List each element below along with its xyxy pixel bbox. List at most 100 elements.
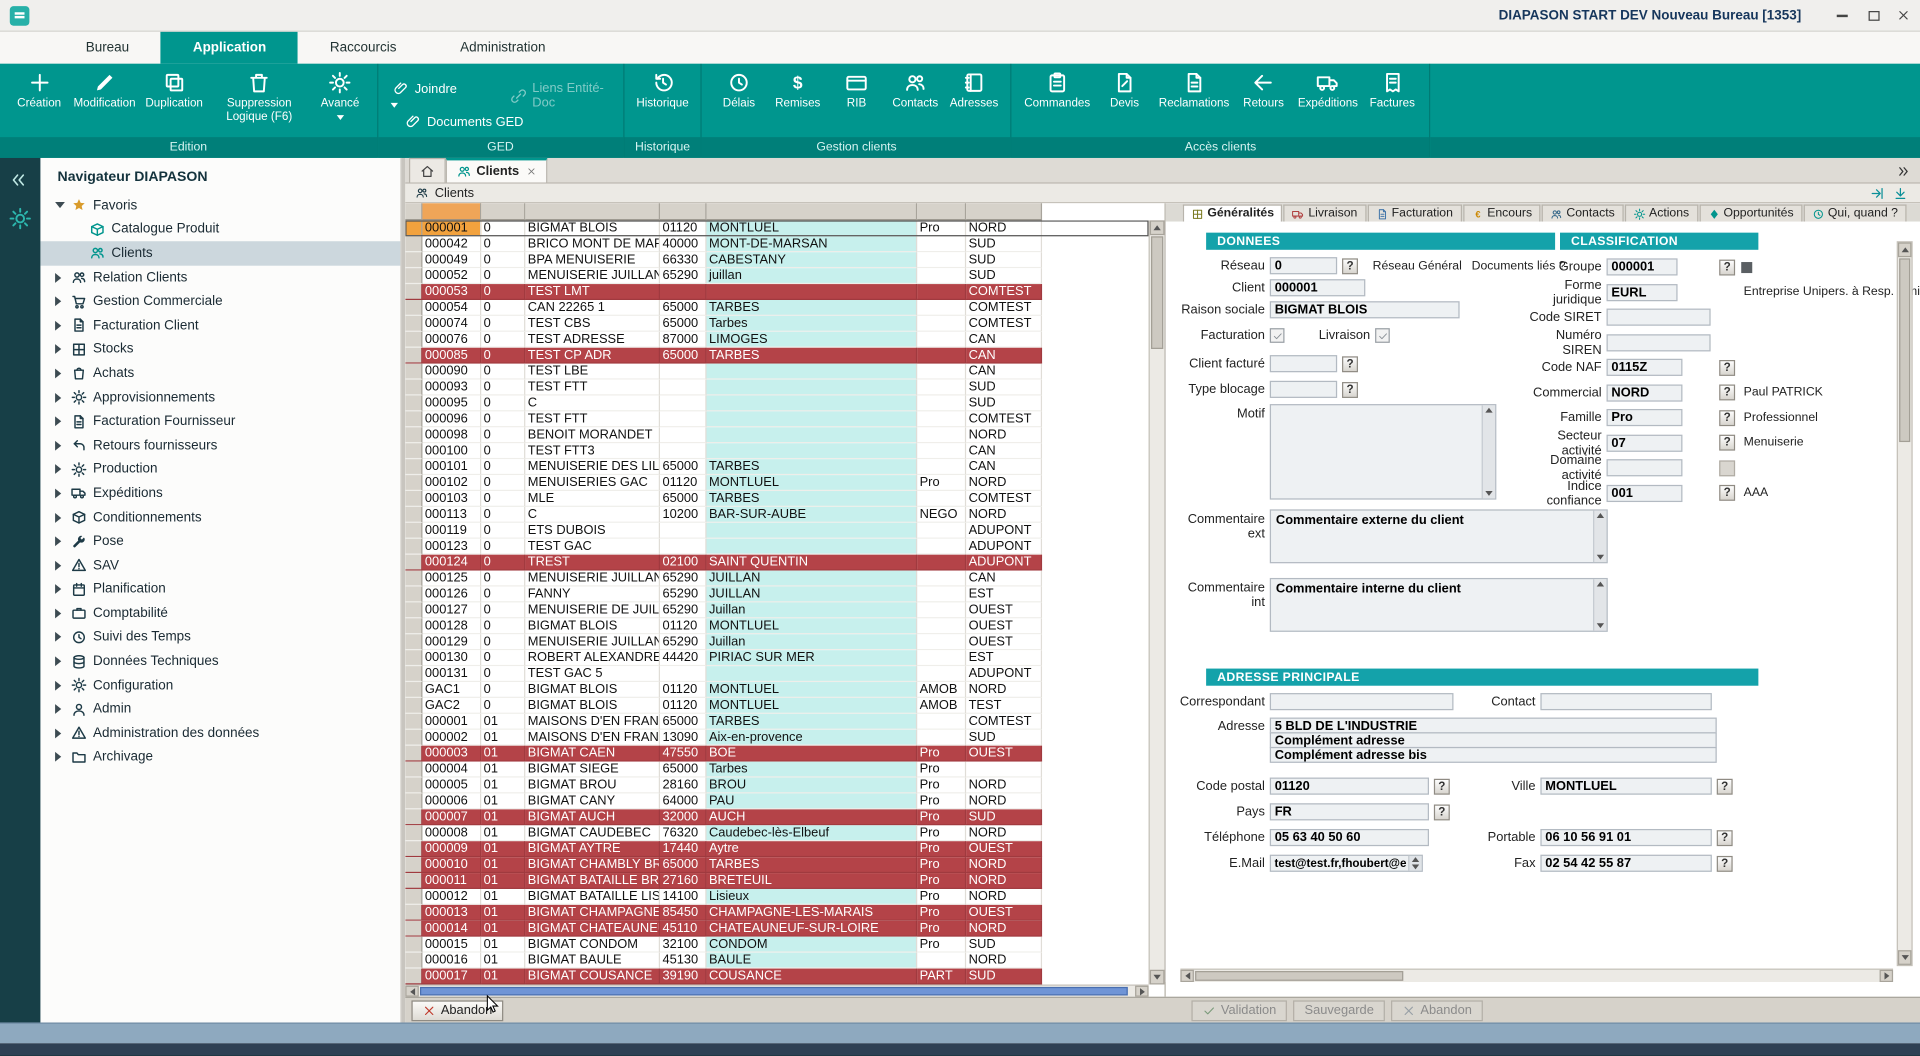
email-field[interactable] [1270, 855, 1423, 872]
table-row[interactable]: 000095 0 C SUD [405, 396, 1148, 412]
column-header[interactable] [481, 203, 525, 220]
sidebar-item-suivi-des-temps[interactable]: Suivi des Temps [40, 625, 400, 649]
table-row[interactable]: 000100 0 TEST FTT3 CAN [405, 443, 1148, 459]
panel-abandon-button[interactable]: Abandon [1391, 1000, 1483, 1021]
sidebar-item-production[interactable]: Production [40, 457, 400, 481]
sidebar-item-administration-des-donnees[interactable]: Administration des données [40, 721, 400, 745]
joindre-dropdown-caret[interactable] [390, 103, 397, 108]
sidebar-item-relation-clients[interactable]: Relation Clients [40, 265, 400, 289]
facturation-checkbox[interactable] [1270, 328, 1285, 343]
chevron-icon[interactable] [55, 632, 65, 642]
column-header[interactable] [707, 203, 918, 220]
factures-button[interactable]: Factures [1363, 66, 1422, 112]
domaine-activite-field[interactable] [1607, 459, 1683, 476]
tab-facturation[interactable]: Facturation [1367, 204, 1461, 221]
table-row[interactable]: 000113 0 C 10200 BAR-SUR-AUBE NEGO NORD [405, 507, 1148, 523]
rib-button[interactable]: RIB [827, 66, 886, 112]
ville-field[interactable] [1540, 778, 1711, 795]
picker-button[interactable] [1719, 460, 1735, 476]
secteur-activite-field[interactable] [1607, 434, 1683, 451]
table-row[interactable]: 000131 0 TEST GAC 5 ADUPONT [405, 666, 1148, 682]
table-row[interactable]: 000126 0 FANNY 65290 JUILLAN EST [405, 587, 1148, 603]
commentaire-int-textarea[interactable]: Commentaire interne du client [1270, 578, 1608, 632]
table-row[interactable]: 000008 01 BIGMAT CAUDEBEC 76320 Caudebec… [405, 825, 1148, 841]
commandes-button[interactable]: Commandes [1019, 66, 1095, 112]
chevron-icon[interactable] [55, 752, 65, 762]
table-row[interactable]: 000093 0 TEST FTT SUD [405, 380, 1148, 396]
table-row[interactable]: 000007 01 BIGMAT AUCH 32000 AUCH Pro SUD [405, 809, 1148, 825]
commercial-field[interactable] [1607, 384, 1683, 401]
sidebar-item-gestion-commerciale[interactable]: Gestion Commerciale [40, 289, 400, 313]
famille-field[interactable] [1607, 409, 1683, 426]
sidebar-item-comptabilite[interactable]: Comptabilité [40, 601, 400, 625]
chevron-icon[interactable] [55, 680, 65, 690]
joindre-button[interactable]: Joindre [393, 81, 457, 97]
numero-siren-field[interactable] [1607, 334, 1711, 351]
table-row[interactable]: 000017 01 BIGMAT COUSANCE 39190 COUSANCE… [405, 969, 1148, 985]
menu-tab-raccourcis[interactable]: Raccourcis [298, 32, 428, 64]
commentaire-ext-textarea[interactable]: Commentaire externe du client [1270, 509, 1608, 563]
reclamations-button[interactable]: Reclamations [1154, 66, 1234, 112]
adresse-ligne1-field[interactable] [1270, 718, 1717, 734]
column-header[interactable] [966, 203, 1042, 220]
table-row[interactable]: 000006 01 BIGMAT CANY 64000 PAU Pro NORD [405, 793, 1148, 809]
grid-vertical-scrollbar[interactable] [1149, 220, 1165, 984]
table-row[interactable]: 000002 01 MAISONS D'EN FRANCE 13090 Aix-… [405, 730, 1148, 746]
close-button[interactable] [1897, 9, 1910, 22]
table-row[interactable]: 000010 01 BIGMAT CHAMBLY BRO 65000 TARBE… [405, 857, 1148, 873]
scroll-left-icon[interactable] [405, 986, 418, 997]
table-row[interactable]: 000124 0 TREST 02100 SAINT QUENTIN ADUPO… [405, 555, 1148, 571]
chevron-icon[interactable] [55, 560, 65, 570]
sauvegarde-button[interactable]: Sauvegarde [1293, 1000, 1384, 1021]
sidebar-item-sav[interactable]: SAV [40, 553, 400, 577]
groupe-field[interactable] [1607, 259, 1678, 276]
help-button[interactable]: ? [1342, 258, 1358, 274]
table-row[interactable]: 000128 0 BIGMAT BLOIS 01120 MONTLUEL OUE… [405, 618, 1148, 634]
table-row[interactable]: 000042 0 BRICO MONT DE MARSA 40000 MONT-… [405, 236, 1148, 252]
table-row[interactable]: 000103 0 MLE 65000 TARBES COMTEST [405, 491, 1148, 507]
scrollbar-thumb[interactable] [1151, 236, 1163, 349]
help-button[interactable]: ? [1719, 360, 1735, 376]
client-field[interactable] [1270, 279, 1366, 296]
sidebar-item-planification[interactable]: Planification [40, 577, 400, 601]
sidebar-item-conditionnements[interactable]: Conditionnements [40, 505, 400, 529]
raison-sociale-field[interactable] [1270, 301, 1460, 318]
table-row[interactable]: GAC1 0 BIGMAT BLOIS 01120 MONTLUEL AMOB … [405, 682, 1148, 698]
tab-qui-quand[interactable]: Qui, quand ? [1803, 204, 1906, 221]
chevron-icon[interactable] [55, 321, 65, 331]
portable-field[interactable] [1540, 829, 1711, 846]
table-row[interactable]: 000004 01 BIGMAT SIEGE 65000 Tarbes Pro [405, 762, 1148, 778]
sidebar-item-admin[interactable]: Admin [40, 697, 400, 721]
type-blocage-field[interactable] [1270, 381, 1337, 398]
modification-button[interactable]: Modification [69, 66, 141, 112]
textarea-scrollbar[interactable] [1593, 511, 1606, 562]
chevron-icon[interactable] [55, 393, 65, 403]
code-postal-field[interactable] [1270, 778, 1429, 795]
sidebar-item-donnees-techniques[interactable]: Données Techniques [40, 649, 400, 673]
code-siret-field[interactable] [1607, 309, 1711, 326]
tab-home[interactable] [409, 158, 446, 182]
picker-icon[interactable] [1741, 262, 1752, 273]
duplication-button[interactable]: Duplication [140, 66, 207, 112]
column-header[interactable] [917, 203, 966, 220]
tab-encours[interactable]: Encours [1463, 204, 1541, 221]
creation-button[interactable]: Création [10, 66, 69, 112]
table-row[interactable]: 000123 0 TEST GAC ADUPONT [405, 539, 1148, 555]
chevron-icon[interactable] [55, 728, 65, 738]
table-row[interactable]: 000054 0 CAN 22265 1 65000 TARBES COMTES… [405, 300, 1148, 316]
chevron-icon[interactable] [55, 584, 65, 594]
help-button[interactable]: ? [1719, 485, 1735, 501]
gear-icon[interactable] [9, 207, 32, 230]
email-spinner[interactable] [1408, 856, 1421, 871]
retours-button[interactable]: Retours [1234, 66, 1293, 112]
help-button[interactable]: ? [1717, 830, 1733, 846]
table-row[interactable]: 000016 01 BIGMAT BAULE 45130 BAULE NORD [405, 953, 1148, 969]
indice-confiance-field[interactable] [1607, 485, 1683, 502]
correspondant-field[interactable] [1270, 693, 1454, 710]
scrollbar-thumb[interactable] [1195, 971, 1403, 981]
table-row[interactable]: 000013 01 BIGMAT CHAMPAGNE-LE 85450 CHAM… [405, 905, 1148, 921]
help-button[interactable]: ? [1434, 778, 1450, 794]
help-button[interactable]: ? [1719, 385, 1735, 401]
table-row[interactable]: 000101 0 MENUISERIE DES LILAS 65000 TARB… [405, 459, 1148, 475]
menu-tab-bureau[interactable]: Bureau [54, 32, 161, 64]
